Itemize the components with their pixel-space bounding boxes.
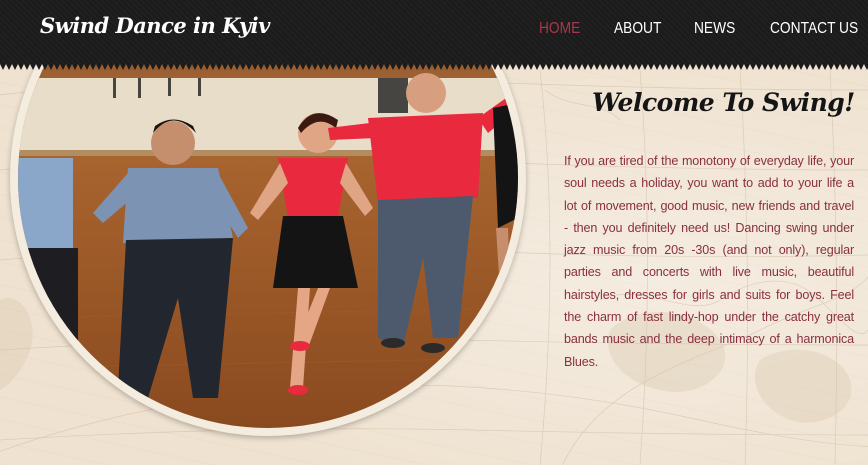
site-header: Swind Dance in Kyiv HOME ABOUT NEWS CONT… — [0, 0, 868, 64]
nav-link-news[interactable]: NEWS — [694, 20, 759, 38]
intro-paragraph: If you are tired of the monotony of ever… — [564, 154, 854, 369]
welcome-heading: Welcome To Swing! — [592, 88, 855, 117]
main-nav: HOME ABOUT NEWS CONTACT US — [539, 20, 858, 38]
nav-item-about: ABOUT — [614, 20, 694, 38]
nav-link-home[interactable]: HOME — [539, 20, 604, 38]
header-zigzag-edge — [0, 64, 868, 70]
nav-link-about[interactable]: ABOUT — [614, 20, 683, 38]
page: Swind Dance in Kyiv HOME ABOUT NEWS CONT… — [0, 0, 868, 465]
nav-link-contact[interactable]: CONTACT US — [770, 20, 858, 38]
nav-item-home: HOME — [539, 20, 614, 38]
nav-item-news: NEWS — [694, 20, 770, 38]
site-logo[interactable]: Swind Dance in Kyiv — [40, 13, 270, 38]
nav-item-contact: CONTACT US — [770, 20, 858, 38]
